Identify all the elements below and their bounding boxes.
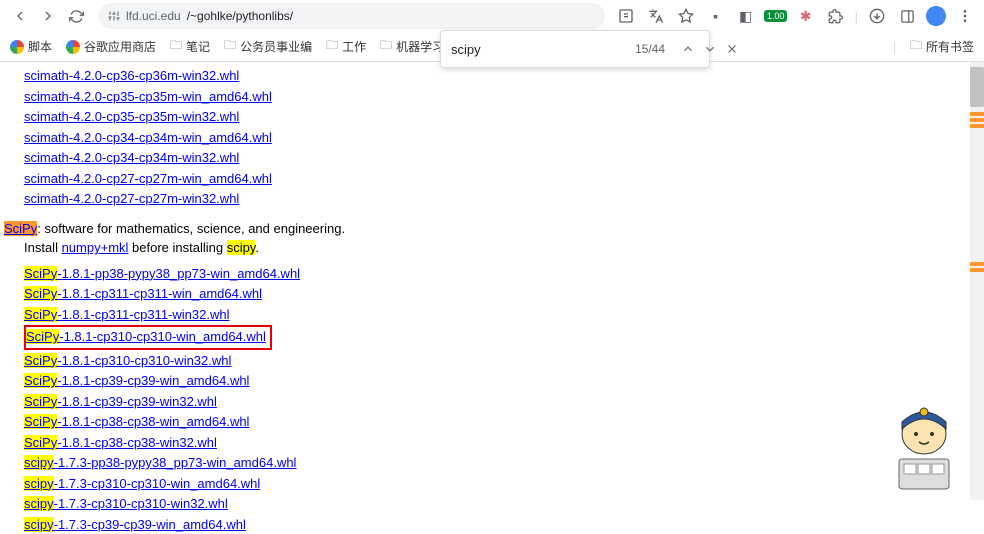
- profile-avatar[interactable]: [926, 6, 946, 26]
- bookmark-item[interactable]: 脚本: [10, 38, 52, 55]
- find-input[interactable]: [451, 42, 627, 57]
- download-link[interactable]: scipy-1.7.3-cp310-cp310-win_amd64.whl: [24, 476, 260, 491]
- download-link[interactable]: SciPy-1.8.1-cp311-cp311-win_amd64.whl: [24, 286, 262, 301]
- download-link[interactable]: SciPy-1.8.1-cp39-cp39-win_amd64.whl: [24, 373, 249, 388]
- ext-icon-globe[interactable]: ✱: [795, 5, 817, 27]
- find-next-button[interactable]: [703, 39, 717, 59]
- panel-icon[interactable]: [896, 5, 918, 27]
- url-path: /~gohlke/pythonlibs/: [187, 9, 293, 23]
- download-link[interactable]: SciPy-1.8.1-cp38-cp38-win32.whl: [24, 435, 217, 450]
- download-link[interactable]: scimath-4.2.0-cp34-cp34m-win32.whl: [24, 150, 239, 165]
- download-link[interactable]: scimath-4.2.0-cp35-cp35m-win_amd64.whl: [24, 89, 272, 104]
- page-content: scimath-4.2.0-cp36-cp36m-win32.whl scimat…: [0, 62, 984, 534]
- download-icon[interactable]: [866, 5, 888, 27]
- site-settings-icon: [108, 10, 120, 22]
- find-in-page-bar: 15/44: [440, 30, 710, 68]
- download-link[interactable]: SciPy-1.8.1-cp311-cp311-win32.whl: [24, 307, 229, 322]
- download-link[interactable]: scimath-4.2.0-cp27-cp27m-win_amd64.whl: [24, 171, 272, 186]
- address-bar[interactable]: lfd.uci.edu /~gohlke/pythonlibs/: [98, 3, 605, 29]
- download-link[interactable]: scimath-4.2.0-cp34-cp34m-win_amd64.whl: [24, 130, 272, 145]
- translate-icon[interactable]: [645, 5, 667, 27]
- scrollbar-thumb[interactable]: [970, 67, 984, 107]
- ext-icon-2[interactable]: ◧: [735, 5, 757, 27]
- all-bookmarks[interactable]: 🗀所有书签: [910, 36, 974, 57]
- download-link[interactable]: SciPy-1.8.1-pp38-pypy38_pp73-win_amd64.w…: [24, 266, 300, 281]
- find-count: 15/44: [635, 42, 665, 56]
- scrollbar[interactable]: [970, 62, 984, 500]
- extensions-icon[interactable]: [825, 5, 847, 27]
- download-link[interactable]: scipy-1.7.3-pp38-pypy38_pp73-win_amd64.w…: [24, 455, 296, 470]
- menu-icon[interactable]: [954, 5, 976, 27]
- bookmark-item[interactable]: 谷歌应用商店: [66, 38, 156, 55]
- find-prev-button[interactable]: [681, 39, 695, 59]
- download-link[interactable]: scimath-4.2.0-cp27-cp27m-win32.whl: [24, 191, 239, 206]
- reader-icon[interactable]: [615, 5, 637, 27]
- download-link[interactable]: scimath-4.2.0-cp36-cp36m-win32.whl: [24, 68, 239, 83]
- bookmark-folder[interactable]: 🗀工作: [326, 36, 366, 57]
- download-link[interactable]: SciPy-1.8.1-cp310-cp310-win_amd64.whl: [26, 329, 266, 344]
- bookmark-folder[interactable]: 🗀公务员事业编: [224, 36, 312, 57]
- bookmark-folder[interactable]: 🗀机器学习: [380, 36, 444, 57]
- reload-button[interactable]: [64, 4, 88, 28]
- back-button[interactable]: [8, 4, 32, 28]
- download-link[interactable]: SciPy-1.8.1-cp39-cp39-win32.whl: [24, 394, 217, 409]
- scipy-heading: SciPy: software for mathematics, science…: [4, 219, 984, 239]
- scipy-install-note: Install numpy+mkl before installing scip…: [24, 238, 984, 258]
- scipy-title-link[interactable]: SciPy: [4, 221, 37, 236]
- download-link[interactable]: scipy-1.7.3-cp39-cp39-win_amd64.whl: [24, 517, 246, 532]
- download-link[interactable]: scipy-1.7.3-cp310-cp310-win32.whl: [24, 496, 228, 511]
- download-link[interactable]: scimath-4.2.0-cp35-cp35m-win32.whl: [24, 109, 239, 124]
- bookmark-star-icon[interactable]: [675, 5, 697, 27]
- url-domain: lfd.uci.edu: [126, 9, 181, 23]
- bookmark-folder[interactable]: 🗀笔记: [170, 36, 210, 57]
- download-link[interactable]: SciPy-1.8.1-cp38-cp38-win_amd64.whl: [24, 414, 249, 429]
- find-close-button[interactable]: [725, 39, 739, 59]
- toolbar-actions: ▪ ◧ 1.00 ✱ |: [615, 5, 976, 27]
- ext-badge[interactable]: 1.00: [765, 5, 787, 27]
- forward-button[interactable]: [36, 4, 60, 28]
- numpy-mkl-link[interactable]: numpy+mkl: [62, 240, 129, 255]
- ext-icon-1[interactable]: ▪: [705, 5, 727, 27]
- download-link[interactable]: SciPy-1.8.1-cp310-cp310-win32.whl: [24, 353, 231, 368]
- cartoon-assistant-icon: [884, 404, 964, 494]
- browser-toolbar: lfd.uci.edu /~gohlke/pythonlibs/ ▪ ◧ 1.00…: [0, 0, 984, 32]
